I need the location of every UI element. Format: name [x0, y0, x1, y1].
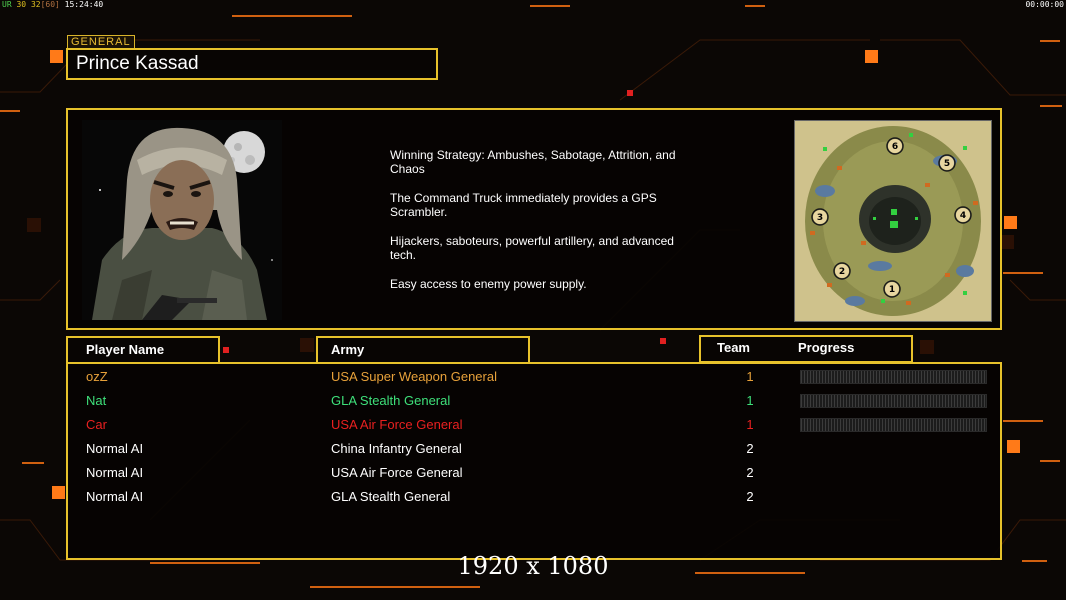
players-table: ozZ USA Super Weapon General 1 Nat GLA S… — [66, 362, 1002, 560]
player-name: Normal AI — [86, 441, 144, 456]
map-start-position: 2 — [839, 267, 845, 277]
player-army: USA Air Force General — [331, 417, 463, 432]
player-name: Normal AI — [86, 465, 144, 480]
general-description: Winning Strategy: Ambushes, Sabotage, At… — [390, 148, 700, 306]
resolution-label: 1920 x 1080 — [457, 552, 609, 580]
player-team: 1 — [746, 393, 754, 408]
player-team: 1 — [746, 417, 754, 432]
player-name: Car — [86, 417, 107, 432]
column-header-progress: Progress — [798, 340, 855, 355]
table-row: Nat GLA Stealth General 1 — [68, 390, 1000, 414]
table-row: ozZ USA Super Weapon General 1 — [68, 366, 1000, 390]
column-header-army: Army — [316, 336, 530, 364]
column-header-player-name: Player Name — [66, 336, 220, 364]
description-line: Winning Strategy: Ambushes, Sabotage, At… — [390, 148, 676, 176]
map-start-position: 1 — [889, 285, 895, 295]
player-army: USA Super Weapon General — [331, 369, 497, 384]
map-preview: 1 2 3 4 5 6 — [794, 120, 992, 322]
player-name: Normal AI — [86, 489, 144, 504]
table-row: Car USA Air Force General 1 — [68, 414, 1000, 438]
player-army: China Infantry General — [331, 441, 462, 456]
loading-progress-bar — [800, 370, 987, 384]
game-timer: 00:00:00 — [1025, 0, 1064, 9]
player-army: GLA Stealth General — [331, 393, 451, 408]
column-header-team: Team — [717, 340, 750, 355]
player-name: ozZ — [86, 369, 108, 384]
fps-readout: UR 30 32[60] 15:24:40 — [2, 0, 104, 9]
map-start-position: 6 — [892, 142, 898, 152]
player-team: 2 — [746, 441, 754, 456]
player-team: 2 — [746, 465, 754, 480]
player-army: GLA Stealth General — [331, 489, 451, 504]
player-army: USA Air Force General — [331, 465, 463, 480]
table-row: Normal AI GLA Stealth General 2 — [68, 486, 1000, 510]
loading-progress-bar — [800, 418, 987, 432]
map-image: 1 2 3 4 5 6 — [795, 121, 991, 321]
general-name: Prince Kassad — [76, 53, 199, 74]
player-name: Nat — [86, 393, 107, 408]
player-team: 2 — [746, 489, 754, 504]
map-start-position: 4 — [960, 211, 966, 221]
description-line: The Command Truck immediately provides a… — [390, 191, 657, 219]
general-info-panel: Winning Strategy: Ambushes, Sabotage, At… — [66, 108, 1002, 330]
table-row: Normal AI China Infantry General 2 — [68, 438, 1000, 462]
map-start-position: 5 — [944, 159, 950, 169]
description-line: Easy access to enemy power supply. — [390, 277, 587, 291]
column-header-team-progress: Team Progress — [699, 335, 913, 363]
table-row: Normal AI USA Air Force General 2 — [68, 462, 1000, 486]
loading-progress-bar — [800, 394, 987, 408]
map-start-position: 3 — [817, 213, 823, 223]
portrait-image — [82, 120, 282, 320]
general-portrait — [82, 120, 282, 320]
description-line: Hijackers, saboteurs, powerful artillery… — [390, 234, 674, 262]
general-name-box: Prince Kassad — [66, 48, 438, 80]
player-team: 1 — [746, 369, 754, 384]
